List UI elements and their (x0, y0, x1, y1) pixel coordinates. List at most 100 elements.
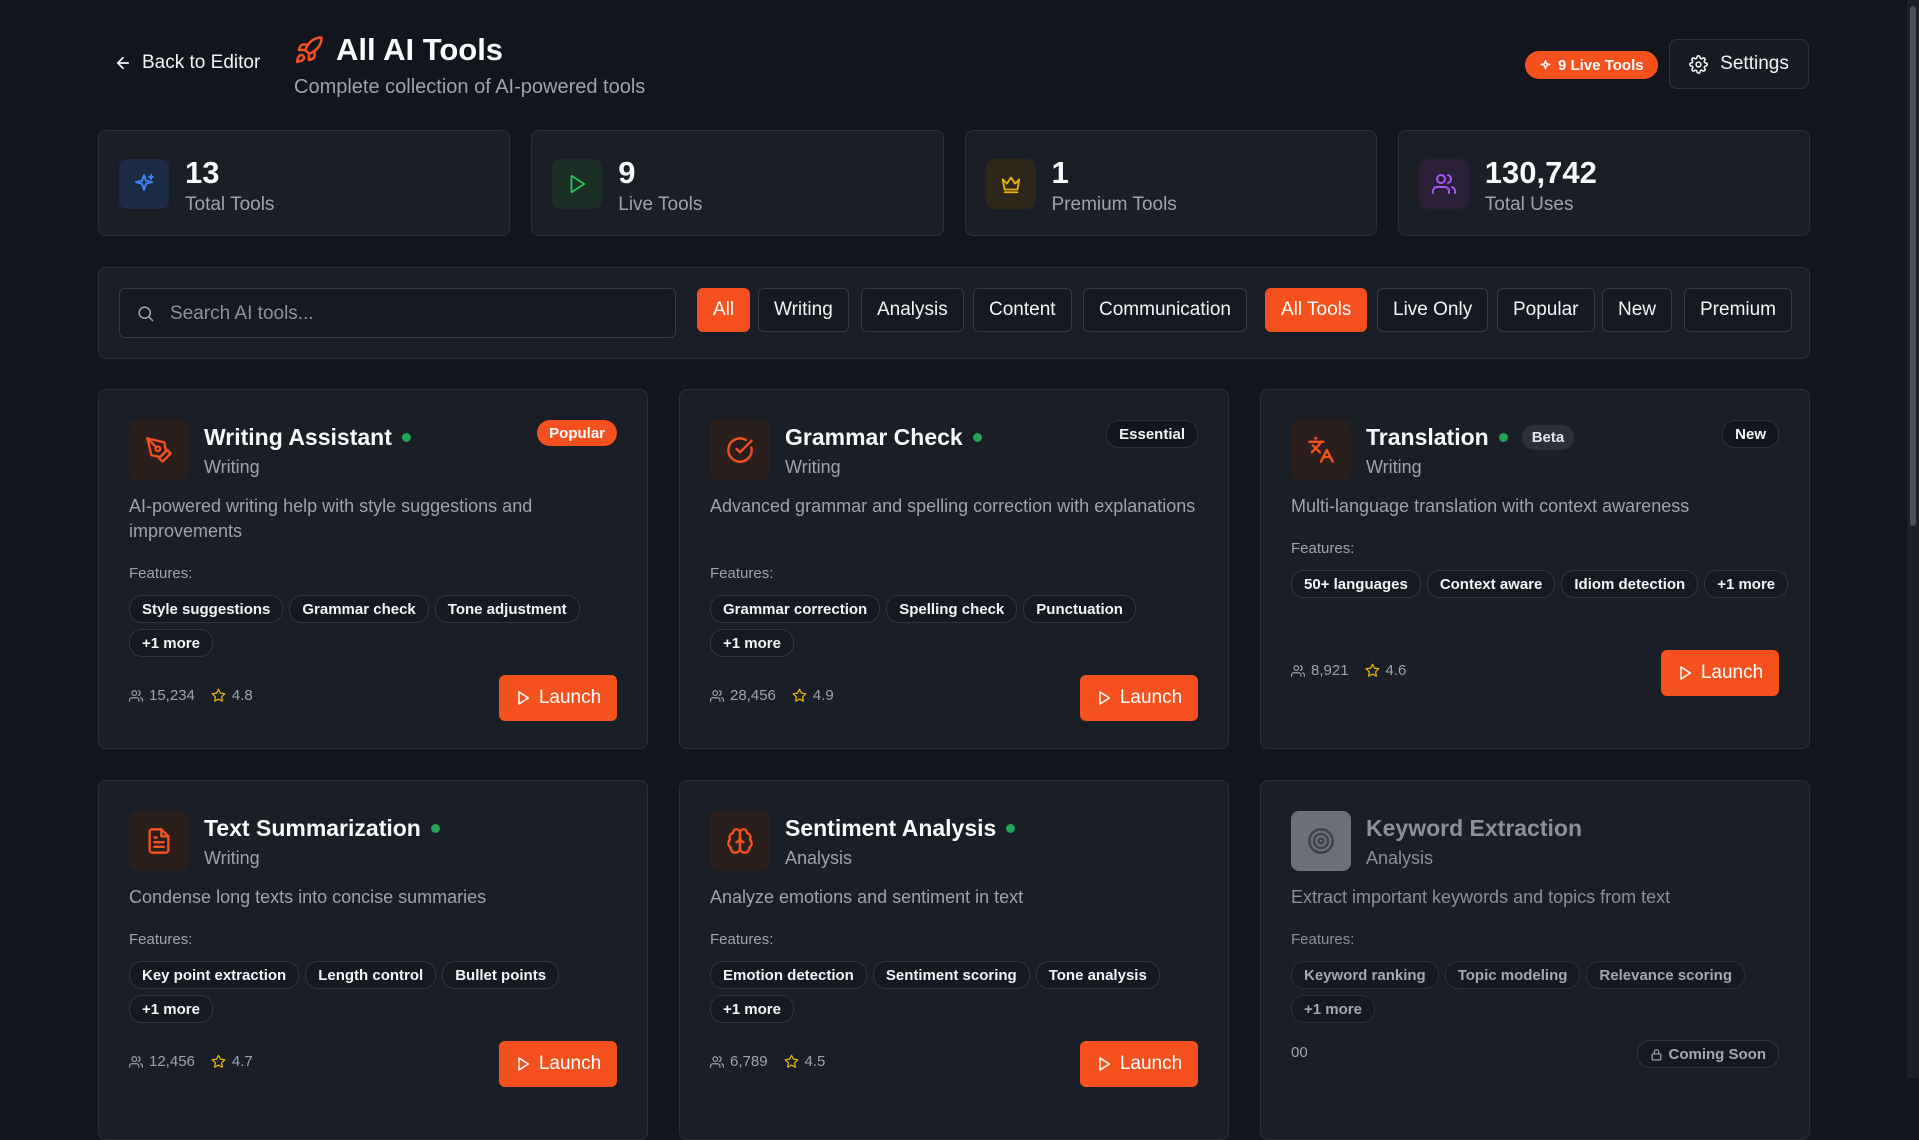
tool-name: Sentiment Analysis (785, 815, 1016, 842)
feature-tag: Relevance scoring (1586, 961, 1745, 989)
tool-meta: 6,789 4.5 (710, 1053, 825, 1070)
launch-button[interactable]: Launch (1080, 675, 1198, 721)
launch-button[interactable]: Launch (499, 1041, 617, 1087)
more-features-tag[interactable]: +1 more (129, 995, 213, 1023)
more-features-tag[interactable]: +1 more (129, 629, 213, 657)
feature-list: Style suggestions Grammar check Tone adj… (129, 595, 629, 657)
category-filter-all[interactable]: All (697, 288, 751, 332)
status-filter-live-only[interactable]: Live Only (1377, 288, 1489, 332)
feature-list: Keyword ranking Topic modeling Relevance… (1291, 961, 1791, 1023)
stat-value: 1 (1051, 155, 1069, 190)
category-filter-communication[interactable]: Communication (1083, 288, 1247, 332)
play-icon (515, 690, 531, 706)
tool-category: Analysis (1366, 848, 1434, 868)
feature-tag: Grammar correction (710, 595, 881, 623)
features-label: Features: (129, 565, 193, 582)
tool-meta: 00 (1291, 1044, 1308, 1061)
usage-count: 15,234 (149, 687, 195, 704)
star-icon (792, 688, 807, 703)
features-label: Features: (1291, 540, 1355, 557)
features-label: Features: (1291, 931, 1355, 948)
feature-tag: Sentiment scoring (872, 961, 1030, 989)
launch-label: Launch (1119, 687, 1183, 708)
rating: 4.6 (1385, 662, 1407, 679)
tool-card-translation[interactable]: Translation Beta Writing New Multi-langua… (1260, 389, 1810, 749)
page-title: All AI Tools (336, 32, 504, 67)
rating: 4.9 (812, 687, 834, 704)
live-status-dot (430, 824, 440, 833)
essential-badge: Essential (1106, 420, 1198, 448)
launch-button[interactable]: Launch (499, 675, 617, 721)
back-to-editor-button[interactable]: Back to Editor (114, 52, 260, 74)
vertical-scrollbar[interactable] (1907, 0, 1919, 1078)
tool-description: AI-powered writing help with style sugge… (129, 496, 533, 541)
stat-label: Live Tools (618, 194, 703, 215)
feature-tag: Length control (305, 961, 437, 989)
feature-tag: Bullet points (442, 961, 560, 989)
launch-button[interactable]: Launch (1080, 1041, 1198, 1087)
tool-description: Multi-language translation with context … (1291, 496, 1690, 516)
feature-list: Grammar correction Spelling check Punctu… (710, 595, 1210, 657)
tool-category: Writing (204, 848, 260, 868)
feature-tag: Tone analysis (1035, 961, 1160, 989)
star-icon (211, 1054, 226, 1069)
stat-value: 13 (185, 155, 220, 190)
live-tools-badge: 9 Live Tools (1525, 51, 1658, 79)
lock-icon (1650, 1048, 1663, 1061)
features-label: Features: (710, 931, 774, 948)
users-icon (1291, 664, 1305, 678)
usage-count: 8,921 (1311, 662, 1349, 679)
tool-description: Advanced grammar and spelling correction… (710, 496, 1196, 516)
status-filter-new[interactable]: New (1602, 288, 1673, 332)
category-filter-content[interactable]: Content (973, 288, 1072, 332)
tool-name: Keyword Extraction (1366, 815, 1582, 841)
more-features-tag[interactable]: +1 more (1704, 570, 1789, 598)
stat-card-live-tools: 9 Live Tools (531, 130, 944, 236)
category-filter-writing[interactable]: Writing (758, 288, 849, 332)
back-to-editor-label: Back to Editor (142, 52, 261, 73)
tool-category: Writing (1366, 457, 1422, 477)
arrow-left-icon (114, 54, 132, 72)
rating: 4.5 (804, 1053, 826, 1070)
play-icon (1096, 690, 1112, 706)
status-filter-popular[interactable]: Popular (1497, 288, 1595, 332)
feature-tag: Punctuation (1023, 595, 1136, 623)
more-features-tag[interactable]: +1 more (710, 995, 794, 1023)
feature-tag: Keyword ranking (1291, 961, 1439, 989)
title-block: All AI Tools Complete collection of AI-p… (294, 32, 645, 99)
sparkles-icon (119, 159, 169, 209)
tool-card-grammar-check[interactable]: Grammar Check Writing Essential Advanced… (679, 389, 1229, 749)
tool-card-writing-assistant[interactable]: Writing Assistant Writing Popular AI-pow… (98, 389, 648, 749)
stats-row: 13 Total Tools 9 Live Tools 1 Premium To… (98, 130, 1810, 236)
tool-meta: 15,234 4.8 (129, 687, 253, 704)
tool-name: Text Summarization (204, 815, 440, 842)
settings-button[interactable]: Settings (1669, 39, 1809, 89)
beta-tag: Beta (1521, 425, 1575, 450)
rating: 4.7 (231, 1053, 253, 1070)
tool-meta: 8,921 4.6 (1291, 662, 1406, 679)
launch-button[interactable]: Launch (1661, 650, 1779, 696)
more-features-tag[interactable]: +1 more (710, 629, 794, 657)
stat-card-total-uses: 130,742 Total Uses (1397, 130, 1810, 236)
status-filter-premium[interactable]: Premium (1684, 288, 1793, 332)
play-icon (1677, 665, 1693, 681)
live-status-dot (972, 433, 982, 442)
feature-tag: Spelling check (886, 595, 1018, 623)
sparkle-icon (1539, 59, 1552, 72)
search-input[interactable] (168, 289, 662, 339)
scrollbar-thumb[interactable] (1910, 6, 1916, 526)
more-features-tag: +1 more (1291, 995, 1375, 1023)
tool-card-sentiment-analysis[interactable]: Sentiment Analysis Analysis Analyze emot… (679, 780, 1229, 1140)
feature-list: Emotion detection Sentiment scoring Tone… (710, 961, 1210, 1023)
category-filter-analysis[interactable]: Analysis (861, 288, 964, 332)
tool-meta: 28,456 4.9 (710, 687, 834, 704)
status-filter-all-tools[interactable]: All Tools (1265, 288, 1368, 332)
tool-name: Translation Beta (1366, 424, 1575, 451)
tool-category: Writing (785, 457, 841, 477)
feature-tag: Topic modeling (1444, 961, 1581, 989)
star-icon (211, 688, 226, 703)
live-status-dot (1006, 824, 1016, 833)
launch-label: Launch (1700, 662, 1764, 683)
usage-count: 12,456 (149, 1053, 195, 1070)
tool-card-text-summarization[interactable]: Text Summarization Writing Condense long… (98, 780, 648, 1140)
